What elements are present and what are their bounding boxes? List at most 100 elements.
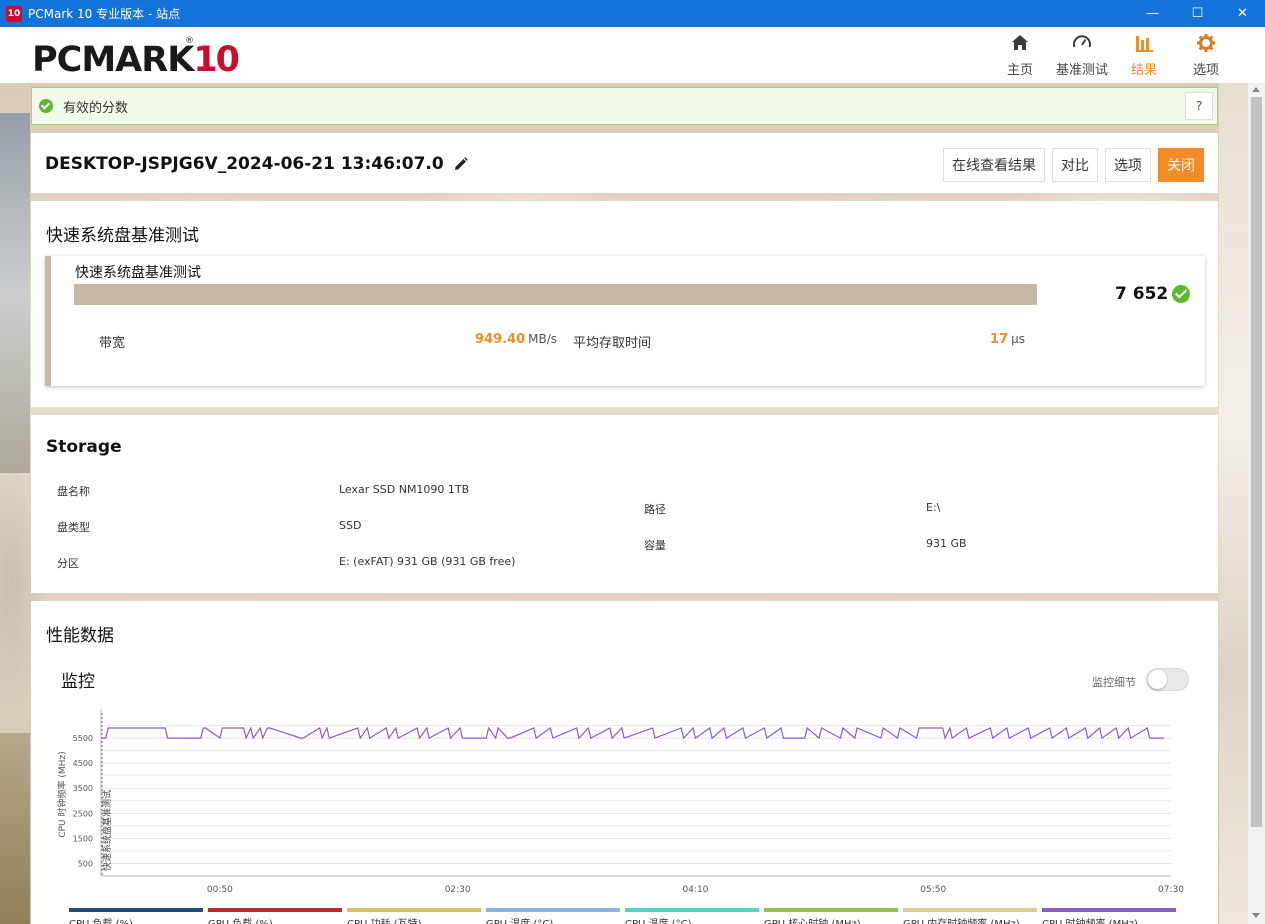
benchmark-section-title: 快速系统盘基准测试	[46, 226, 199, 246]
monitoring-title: 监控	[61, 672, 95, 692]
y-tick-label: 2500	[73, 809, 93, 818]
nav-benchmarks[interactable]: 基准测试	[1051, 33, 1113, 78]
chart-legend: CPU 负载 (%)GPU 负载 (%)CPU 功耗 (瓦特)GPU 温度 (°…	[69, 908, 1181, 924]
legend-swatch	[625, 908, 759, 912]
legend-label: CPU 时钟频率 (MHz)	[1042, 915, 1181, 924]
legend-item[interactable]: CPU 时钟频率 (MHz)	[1042, 908, 1181, 924]
drive-name-value: Lexar SSD NM1090 1TB	[339, 483, 470, 496]
window-title: PCMark 10 专业版本 - 站点	[28, 7, 181, 21]
bandwidth-label: 带宽	[99, 336, 126, 351]
result-actions: 在线查看结果 对比 选项 关闭	[936, 148, 1204, 182]
legend-label: GPU 核心时钟 (MHz)	[764, 915, 903, 924]
check-circle-icon	[39, 99, 53, 113]
benchmark-panel: 快速系统盘基准测试 快速系统盘基准测试 7 652 带宽 949.40 MB/s …	[31, 201, 1218, 407]
check-circle-icon	[1172, 285, 1191, 303]
logo-number: 10	[193, 40, 240, 80]
valid-score-banner: 有效的分数 ?	[31, 87, 1218, 125]
benchmark-annotation: 快速系统盘基准测试	[101, 790, 113, 871]
x-tick-label: 05:50	[920, 885, 946, 895]
legend-item[interactable]: GPU 温度 (°C)	[486, 908, 625, 924]
path-value: E:\	[926, 501, 941, 514]
legend-swatch	[208, 908, 342, 912]
legend-swatch	[1042, 908, 1176, 912]
bar-chart-icon	[1136, 36, 1153, 52]
storage-panel: Storage 盘名称 Lexar SSD NM1090 1TB 盘类型 SSD…	[31, 415, 1218, 593]
x-tick-label: 07:30	[1158, 885, 1184, 895]
legend-label: CPU 温度 (°C)	[625, 915, 764, 924]
valid-score-text: 有效的分数	[63, 100, 129, 116]
legend-item[interactable]: CPU 温度 (°C)	[625, 908, 764, 924]
logo-text: PCMARK	[32, 40, 194, 80]
partition-value: E: (exFAT) 931 GB (931 GB free)	[339, 555, 516, 568]
legend-item[interactable]: GPU 内存时钟频率 (MHz)	[903, 908, 1042, 924]
legend-item[interactable]: GPU 负载 (%)	[208, 908, 347, 924]
help-button[interactable]: ?	[1185, 92, 1213, 120]
drive-type-label: 盘类型	[57, 521, 90, 534]
nav-benchmarks-label: 基准测试	[1055, 63, 1108, 78]
pencil-icon[interactable]	[454, 157, 468, 171]
y-tick-label: 5500	[73, 734, 93, 743]
access-time-label: 平均存取时间	[573, 336, 652, 351]
capacity-label: 容量	[644, 539, 666, 552]
score-value: 7 652	[1115, 284, 1169, 304]
monitor-details-toggle[interactable]	[1146, 668, 1189, 691]
nav-home-label: 主页	[1006, 63, 1033, 78]
bandwidth-value: 949.40 MB/s	[475, 332, 557, 347]
gauge-icon	[1073, 35, 1091, 48]
legend-item[interactable]: CPU 功耗 (瓦特)	[347, 908, 486, 924]
legend-swatch	[69, 908, 203, 912]
compare-button[interactable]: 对比	[1052, 148, 1098, 182]
minimize-button[interactable]: —	[1130, 0, 1175, 27]
path-label: 路径	[644, 503, 666, 516]
monitoring-chart: 500 1500 2500 3500 4500 5500 CPU 时钟频率 (MHz) 快速系…	[56, 709, 1184, 895]
bandwidth-unit: MB/s	[528, 332, 558, 346]
result-name: DESKTOP-JSPJG6V_2024-06-21 13:46:07.0	[45, 154, 444, 174]
y-tick-label: 3500	[73, 784, 93, 793]
close-window-button[interactable]: ✕	[1220, 0, 1265, 27]
scroll-up-icon[interactable]	[1252, 87, 1260, 92]
home-icon	[1012, 35, 1028, 50]
access-time-unit: μs	[1011, 332, 1025, 346]
legend-label: CPU 负载 (%)	[69, 915, 208, 924]
bandwidth-number: 949.40	[475, 332, 526, 347]
score-bar	[74, 284, 1037, 305]
nav-results[interactable]: 结果	[1113, 33, 1175, 78]
app-icon: 10	[6, 5, 22, 22]
scroll-down-icon[interactable]	[1252, 913, 1260, 918]
partition-label: 分区	[57, 557, 79, 570]
y-tick-label: 4500	[73, 759, 93, 768]
main-nav: 主页 基准测试 结果 选项	[989, 33, 1237, 78]
performance-section-title: 性能数据	[46, 626, 114, 646]
view-online-button[interactable]: 在线查看结果	[943, 148, 1045, 182]
close-result-button[interactable]: 关闭	[1158, 148, 1204, 182]
nav-options-label: 选项	[1192, 63, 1219, 78]
result-title: DESKTOP-JSPJG6V_2024-06-21 13:46:07.0	[45, 154, 468, 174]
y-tick-label: 1500	[73, 834, 93, 843]
maximize-button[interactable]: ☐	[1175, 0, 1220, 27]
legend-swatch	[903, 908, 1037, 912]
options-button[interactable]: 选项	[1105, 148, 1151, 182]
scroll-thumb[interactable]	[1251, 97, 1262, 827]
pcmark-logo: PCMARK 10 ®	[32, 36, 240, 80]
nav-home[interactable]: 主页	[989, 33, 1051, 78]
drive-type-value: SSD	[339, 519, 362, 532]
vertical-scrollbar[interactable]	[1248, 83, 1265, 924]
nav-options[interactable]: 选项	[1175, 33, 1237, 78]
legend-label: GPU 温度 (°C)	[486, 915, 625, 924]
benchmark-card-title: 快速系统盘基准测试	[75, 265, 201, 281]
access-time-value: 17 μs	[990, 332, 1025, 347]
x-tick-label: 04:10	[682, 885, 708, 895]
capacity-value: 931 GB	[926, 537, 967, 550]
legend-item[interactable]: CPU 负载 (%)	[69, 908, 208, 924]
gear-icon	[1197, 34, 1215, 52]
nav-results-label: 结果	[1130, 63, 1157, 78]
x-tick-label: 02:30	[445, 885, 471, 895]
legend-item[interactable]: GPU 核心时钟 (MHz)	[764, 908, 903, 924]
toggle-knob[interactable]	[1148, 670, 1167, 689]
x-tick-label: 00:50	[207, 885, 233, 895]
background-ground	[0, 733, 30, 924]
y-tick-label: 500	[78, 859, 93, 868]
benchmark-card: 快速系统盘基准测试 7 652 带宽 949.40 MB/s 平均存取时间 17 μ…	[45, 256, 1205, 386]
drive-name-label: 盘名称	[57, 485, 90, 498]
app-header: PCMARK 10 ® 主页 基准测试 结果 选项	[0, 27, 1265, 83]
